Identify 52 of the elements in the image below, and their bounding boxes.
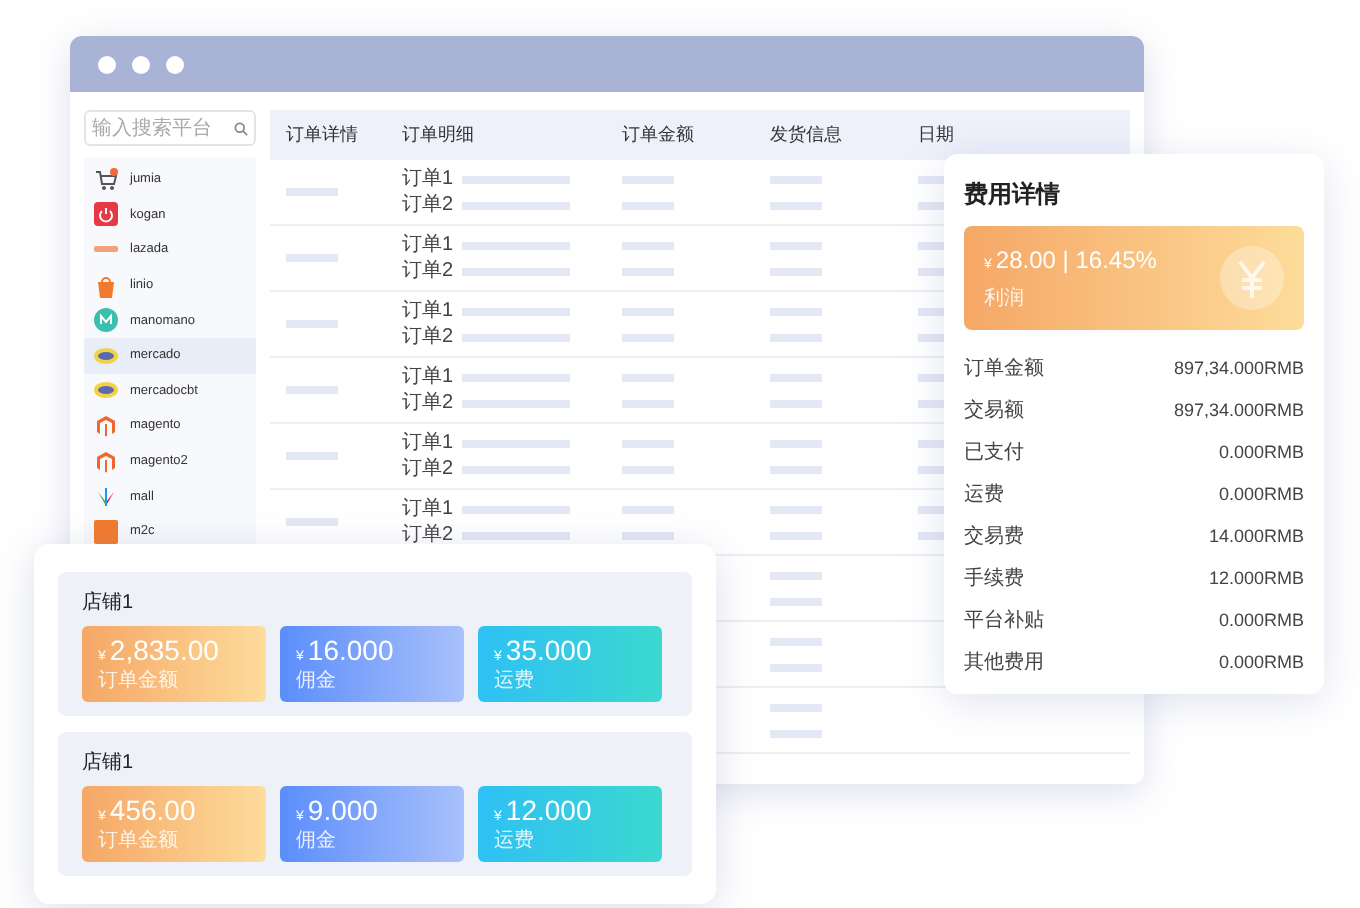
- fee-label: 交易费: [964, 523, 1024, 549]
- magento-icon: [94, 449, 118, 474]
- column-header: 发货信息: [770, 122, 844, 148]
- bag-icon: [94, 273, 118, 298]
- fee-label: 手续费: [964, 565, 1024, 591]
- column-header: 订单金额: [622, 122, 696, 148]
- fee-value: 0.000RMB: [1218, 651, 1304, 671]
- profit-label: 利润: [984, 285, 1026, 311]
- fee-label: 已支付: [964, 439, 1024, 465]
- tile-icon: [94, 519, 118, 544]
- fee-value: 0.000RMB: [1218, 483, 1304, 503]
- column-header: 订单详情: [286, 122, 360, 148]
- badge-icon: [94, 308, 118, 333]
- window-dot-icon[interactable]: [166, 55, 184, 73]
- leaves-icon: [94, 484, 118, 509]
- panel-title: 费用详情: [964, 178, 1062, 212]
- order-label: 订单2: [402, 523, 454, 547]
- search-icon: [234, 121, 248, 135]
- fee-label: 交易额: [964, 397, 1024, 423]
- order-label: 订单2: [402, 391, 454, 415]
- store-name: 店铺1: [82, 589, 136, 616]
- search-field[interactable]: 输入搜索平台: [84, 110, 256, 146]
- order-label: 订单1: [402, 365, 454, 389]
- magento-icon: [94, 413, 118, 438]
- fee-value: 0.000RMB: [1218, 609, 1304, 629]
- fee-label: 订单金额: [964, 355, 1044, 381]
- order-label: 订单2: [402, 457, 454, 481]
- fee-label: 运费: [964, 481, 1004, 507]
- store-name: 店铺1: [82, 749, 136, 776]
- profit-amount: 28.00 | 16.45%: [995, 245, 1157, 273]
- fee-value: 897,34.000RMB: [1173, 399, 1304, 419]
- order-label: 订单2: [402, 193, 454, 217]
- order-label: 订单1: [402, 299, 454, 323]
- fee-value: 12.000RMB: [1208, 567, 1304, 587]
- yen-icon: [1220, 246, 1284, 310]
- column-header: 订单明细: [402, 122, 476, 148]
- fee-value: 14.000RMB: [1208, 525, 1304, 545]
- order-label: 订单2: [402, 259, 454, 283]
- order-label: 订单2: [402, 325, 454, 349]
- order-label: 订单1: [402, 431, 454, 455]
- power-icon: [94, 202, 118, 227]
- window-dot-icon[interactable]: [98, 55, 116, 73]
- window-dot-icon[interactable]: [132, 55, 150, 73]
- order-label: 订单1: [402, 233, 454, 257]
- fee-value: 0.000RMB: [1218, 441, 1304, 461]
- cart-icon: [94, 167, 118, 192]
- column-header: 日期: [918, 122, 956, 148]
- fee-value: 897,34.000RMB: [1173, 357, 1304, 377]
- fee-label: 其他费用: [964, 649, 1044, 675]
- order-label: 订单1: [402, 167, 454, 191]
- order-label: 订单1: [402, 497, 454, 521]
- fee-label: 平台补贴: [964, 607, 1044, 633]
